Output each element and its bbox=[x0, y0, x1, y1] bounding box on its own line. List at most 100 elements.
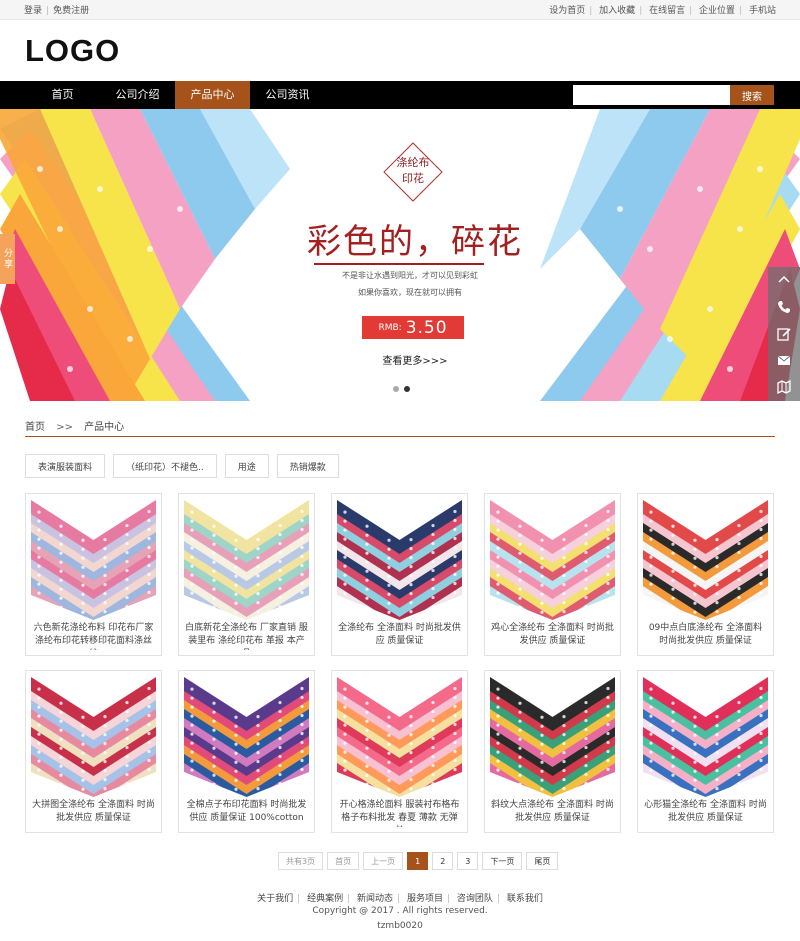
product-card[interactable]: 全涤纶布 全涤面料 时尚批发供应 质量保证 bbox=[331, 493, 468, 656]
product-image[interactable] bbox=[184, 677, 309, 797]
last-page-button[interactable]: 尾页 bbox=[526, 852, 559, 870]
breadcrumb-current[interactable]: 产品中心 bbox=[84, 422, 124, 433]
share-tab[interactable]: 分享 bbox=[0, 234, 15, 284]
breadcrumb-separator: >> bbox=[56, 422, 73, 433]
product-title[interactable]: 开心格涤纶面料 服装衬布格布格子布料批发 春夏 薄款 无弹 羊 bbox=[332, 797, 467, 827]
page-3-button[interactable]: 3 bbox=[457, 852, 479, 870]
product-card[interactable]: 心形猫全涤纶布 全涤面料 时尚批发供应 质量保证 bbox=[637, 670, 774, 833]
category-filters: 表演服装面料 （纸印花）不褪色.. 用途 热销爆款 bbox=[25, 454, 339, 478]
product-image[interactable] bbox=[31, 500, 156, 620]
product-image[interactable] bbox=[643, 677, 768, 797]
page-1-button[interactable]: 1 bbox=[407, 852, 429, 870]
footer-link-cases[interactable]: 经典案例 bbox=[307, 894, 343, 904]
footer-link-services[interactable]: 服务项目 bbox=[407, 894, 443, 904]
site-logo[interactable]: LOGO bbox=[25, 33, 120, 69]
product-title[interactable]: 六色新花涤纶布料 印花布厂家涤纶布印花转移印花面料涤丝纺 bbox=[26, 620, 161, 650]
add-favorite-link[interactable]: 加入收藏 bbox=[599, 6, 635, 16]
product-card[interactable]: 白底新花全涤纶布 厂家直销 服装里布 涤纶印花布 革报 本产品 bbox=[178, 493, 315, 656]
pagination: 共有3页 首页 上一页 1 2 3 下一页 尾页 bbox=[278, 852, 559, 870]
breadcrumb: 首页 >> 产品中心 bbox=[25, 418, 124, 433]
main-nav: 首页 公司介绍 产品中心 公司资讯 搜索 bbox=[0, 81, 800, 109]
page-total: 共有3页 bbox=[278, 852, 324, 870]
product-image[interactable] bbox=[31, 677, 156, 797]
chevron-up-icon[interactable] bbox=[768, 267, 800, 293]
slide-dot[interactable] bbox=[393, 386, 399, 392]
template-code: tzmb0020 bbox=[377, 921, 423, 931]
product-card[interactable]: 大拼图全涤纶布 全涤面料 时尚批发供应 质量保证 bbox=[25, 670, 162, 833]
page-2-button[interactable]: 2 bbox=[432, 852, 454, 870]
banner-subtitle-1: 不是非让水遇到阳光，才可以见到彩虹 bbox=[342, 271, 478, 280]
product-image[interactable] bbox=[490, 500, 615, 620]
share-label: 分享 bbox=[2, 248, 12, 270]
slide-indicators bbox=[393, 386, 410, 392]
search-button[interactable]: 搜索 bbox=[730, 85, 774, 105]
footer-link-contact[interactable]: 联系我们 bbox=[507, 894, 543, 904]
product-image[interactable] bbox=[337, 677, 462, 797]
product-image[interactable] bbox=[337, 500, 462, 620]
price-value: 3.50 bbox=[405, 317, 448, 338]
product-card[interactable]: 09中点白底涤纶布 全涤面料 时尚批发供应 质量保证 bbox=[637, 493, 774, 656]
product-badge: 涤纶布 印花 bbox=[381, 140, 445, 204]
nav-item-news[interactable]: 公司资讯 bbox=[250, 81, 325, 109]
search-form: 搜索 bbox=[573, 85, 774, 105]
product-image[interactable] bbox=[184, 500, 309, 620]
product-title[interactable]: 大拼图全涤纶布 全涤面料 时尚批发供应 质量保证 bbox=[26, 797, 161, 827]
product-card[interactable]: 鸡心全涤纶布 全涤面料 时尚批发供应 质量保证 bbox=[484, 493, 621, 656]
banner-subtitle-2: 如果你喜欢，现在就可以拥有 bbox=[358, 288, 462, 297]
prev-page-button[interactable]: 上一页 bbox=[363, 852, 404, 870]
footer-links: 关于我们 | 经典案例 | 新闻动态 | 服务项目 | 咨询团队 | 联系我们 bbox=[257, 894, 543, 904]
footer-link-team[interactable]: 咨询团队 bbox=[457, 894, 493, 904]
product-card[interactable]: 开心格涤纶面料 服装衬布格布格子布料批发 春夏 薄款 无弹 羊 bbox=[331, 670, 468, 833]
filter-hot-sellers[interactable]: 热销爆款 bbox=[276, 454, 339, 478]
badge-line-1: 涤纶布 bbox=[396, 156, 430, 169]
footer-link-about[interactable]: 关于我们 bbox=[257, 894, 293, 904]
product-card[interactable]: 斜纹大点涤纶布 全涤面料 时尚批发供应 质量保证 bbox=[484, 670, 621, 833]
set-homepage-link[interactable]: 设为首页 bbox=[549, 6, 585, 16]
filter-usage[interactable]: 用途 bbox=[224, 454, 269, 478]
breadcrumb-home[interactable]: 首页 bbox=[25, 422, 45, 433]
product-title[interactable]: 全涤纶布 全涤面料 时尚批发供应 质量保证 bbox=[332, 620, 467, 650]
login-link[interactable]: 登录 bbox=[24, 6, 42, 16]
message-link[interactable]: 在线留言 bbox=[649, 6, 685, 16]
utility-links: 设为首页 | 加入收藏 | 在线留言 | 企业位置 | 手机站 bbox=[549, 6, 776, 16]
product-title[interactable]: 全棉点子布印花面料 时尚批发供应 质量保证 100%cotton bbox=[179, 797, 314, 827]
product-title[interactable]: 09中点白底涤纶布 全涤面料 时尚批发供应 质量保证 bbox=[638, 620, 773, 650]
product-title[interactable]: 白底新花全涤纶布 厂家直销 服装里布 涤纶印花布 革报 本产品 bbox=[179, 620, 314, 650]
nav-item-about[interactable]: 公司介绍 bbox=[100, 81, 175, 109]
filter-performance-fabric[interactable]: 表演服装面料 bbox=[25, 454, 106, 478]
header: LOGO bbox=[0, 20, 800, 81]
search-input[interactable] bbox=[573, 85, 730, 105]
product-image[interactable] bbox=[643, 500, 768, 620]
fabric-image-right bbox=[540, 109, 800, 401]
footer-link-news[interactable]: 新闻动态 bbox=[357, 894, 393, 904]
edit-icon[interactable] bbox=[768, 321, 800, 347]
product-title[interactable]: 心形猫全涤纶布 全涤面料 时尚批发供应 质量保证 bbox=[638, 797, 773, 827]
next-page-button[interactable]: 下一页 bbox=[482, 852, 523, 870]
slide-dot-active[interactable] bbox=[404, 386, 410, 392]
product-image[interactable] bbox=[490, 677, 615, 797]
mail-icon[interactable] bbox=[768, 347, 800, 373]
top-bar: 登录 | 免费注册 设为首页 | 加入收藏 | 在线留言 | 企业位置 | 手机站 bbox=[0, 0, 800, 20]
divider: | bbox=[46, 6, 50, 16]
nav-item-products[interactable]: 产品中心 bbox=[175, 81, 250, 109]
product-title[interactable]: 鸡心全涤纶布 全涤面料 时尚批发供应 质量保证 bbox=[485, 620, 620, 650]
banner-headline: 彩色的，碎花 bbox=[307, 222, 523, 262]
mobile-site-link[interactable]: 手机站 bbox=[749, 6, 776, 16]
product-card[interactable]: 全棉点子布印花面料 时尚批发供应 质量保证 100%cotton bbox=[178, 670, 315, 833]
register-link[interactable]: 免费注册 bbox=[53, 6, 89, 16]
price-currency: RMB: bbox=[378, 322, 402, 333]
product-grid: 六色新花涤纶布料 印花布厂家涤纶布印花转移印花面料涤丝纺白底新花全涤纶布 厂家直… bbox=[25, 493, 775, 833]
hero-banner[interactable]: 涤纶布 印花 彩色的，碎花 不是非让水遇到阳光，才可以见到彩虹 如果你喜欢，现在… bbox=[0, 109, 800, 401]
map-icon[interactable] bbox=[768, 374, 800, 400]
account-links: 登录 | 免费注册 bbox=[24, 3, 89, 16]
product-card[interactable]: 六色新花涤纶布料 印花布厂家涤纶布印花转移印花面料涤丝纺 bbox=[25, 493, 162, 656]
first-page-button[interactable]: 首页 bbox=[327, 852, 360, 870]
filter-paper-print[interactable]: （纸印花）不褪色.. bbox=[113, 454, 217, 478]
side-toolbar bbox=[768, 267, 800, 401]
breadcrumb-divider bbox=[25, 436, 775, 437]
nav-item-home[interactable]: 首页 bbox=[25, 81, 100, 109]
view-more-link[interactable]: 查看更多>>> bbox=[350, 352, 480, 367]
product-title[interactable]: 斜纹大点涤纶布 全涤面料 时尚批发供应 质量保证 bbox=[485, 797, 620, 827]
location-link[interactable]: 企业位置 bbox=[699, 6, 735, 16]
phone-icon[interactable] bbox=[768, 294, 800, 320]
